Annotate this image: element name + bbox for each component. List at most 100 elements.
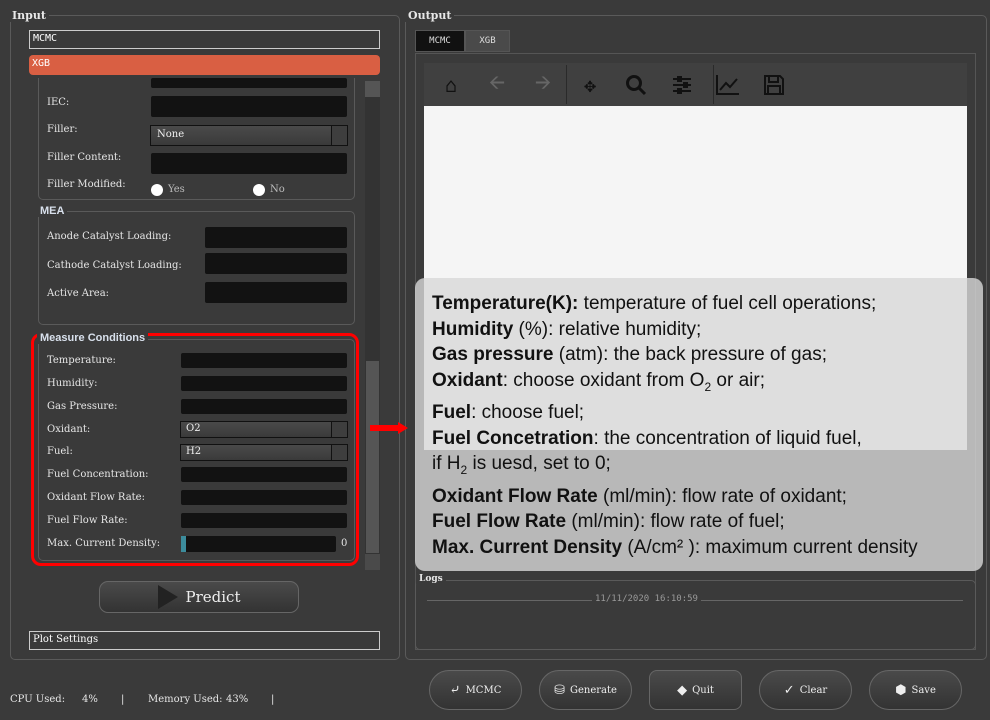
temperature-input[interactable] — [181, 353, 347, 368]
quit-label: Quit — [692, 684, 714, 696]
cathode-label: Cathode Catalyst Loading: — [47, 260, 182, 271]
tab-mcmc[interactable]: MCMC — [415, 30, 465, 52]
input-title: Input — [9, 9, 49, 22]
logs-group — [415, 580, 976, 650]
chevron-down-icon — [331, 445, 347, 460]
status-sep: | — [271, 694, 275, 705]
zoom-icon[interactable] — [623, 72, 649, 98]
chevron-down-icon — [331, 126, 347, 145]
lightning-icon: ⤶ — [449, 682, 461, 698]
mem-value: 43% — [226, 694, 249, 705]
pan-icon[interactable]: ✥ — [577, 72, 603, 98]
oxidant-flow-label: Oxidant Flow Rate: — [47, 492, 145, 503]
help-line: Temperature(K): temperature of fuel cell… — [432, 293, 877, 314]
arrow-icon — [370, 422, 410, 434]
cpu-value: 4% — [82, 694, 98, 705]
fuel-flow-input[interactable] — [181, 513, 347, 528]
oxidant-value: O2 — [186, 423, 201, 434]
filler-label: Filler: — [47, 124, 78, 135]
save-icon[interactable] — [761, 72, 787, 98]
logs-title: Logs — [416, 574, 446, 584]
fuel-select[interactable]: H2 — [180, 444, 348, 461]
oxidant-select[interactable]: O2 — [180, 421, 348, 438]
fuel-conc-label: Fuel Concentration: — [47, 469, 149, 480]
radio-no[interactable] — [253, 184, 265, 196]
max-cd-value: 0 — [341, 538, 348, 549]
scrollbar-thumb[interactable] — [366, 361, 379, 553]
anode-label: Anode Catalyst Loading: — [47, 231, 172, 242]
save-button[interactable]: ⬢ Save — [869, 670, 962, 710]
fuel-value: H2 — [186, 446, 202, 457]
filler-modified-label: Filler Modified: — [47, 179, 126, 190]
help-line: Fuel Flow Rate (ml/min): flow rate of fu… — [432, 511, 785, 533]
help-line: Gas pressure (atm): the back pressure of… — [432, 344, 827, 366]
broom-icon: ✓ — [783, 682, 795, 698]
mcmc-label: MCMC — [465, 684, 502, 696]
help-line: Humidity (%): relative humidity; — [432, 318, 702, 340]
home-icon[interactable]: ⌂ — [438, 72, 464, 98]
quit-button[interactable]: ◆ Quit — [649, 670, 742, 710]
radio-no-label: No — [270, 184, 285, 195]
help-line: Fuel: choose fuel; — [432, 402, 585, 424]
help-line: if H2 is uesd, set to 0; — [432, 453, 611, 478]
oxidant-label: Oxidant: — [47, 424, 91, 435]
model-xgb[interactable]: XGB — [29, 55, 380, 75]
membrane-field-top[interactable] — [151, 78, 347, 88]
forward-icon[interactable]: 🡪 — [530, 70, 556, 98]
back-icon[interactable]: 🡨 — [484, 70, 510, 98]
help-line: Max. Current Density (A/cm² ): maximum c… — [432, 536, 918, 558]
oxidant-flow-input[interactable] — [181, 490, 347, 505]
predict-button[interactable]: Predict — [99, 581, 299, 613]
fuel-label: Fuel: — [47, 446, 73, 457]
scroll-down[interactable] — [365, 554, 380, 570]
max-cd-label: Max. Current Density: — [47, 538, 161, 549]
mea-title: MEA — [37, 205, 68, 217]
output-title: Output — [405, 9, 455, 22]
area-input[interactable] — [205, 282, 347, 303]
chevron-down-icon — [331, 422, 347, 437]
configure-icon[interactable] — [669, 72, 695, 98]
fuel-flow-label: Fuel Flow Rate: — [47, 515, 128, 526]
save-label: Save — [911, 684, 936, 696]
clear-button[interactable]: ✓ Clear — [759, 670, 852, 710]
max-cd-slider[interactable] — [181, 536, 336, 552]
iec-input[interactable] — [151, 96, 347, 117]
mem-label: Memory Used: — [148, 694, 223, 705]
max-cd-slider-handle[interactable] — [181, 536, 186, 552]
filler-select[interactable]: None — [150, 125, 348, 146]
gas-pressure-input[interactable] — [181, 399, 347, 414]
gas-pressure-label: Gas Pressure: — [47, 401, 118, 412]
radio-yes-label: Yes — [168, 184, 185, 195]
help-tooltip: Temperature(K): temperature of fuel cell… — [415, 278, 983, 571]
measure-title: Measure Conditions — [37, 332, 149, 344]
help-line: Oxidant Flow Rate (ml/min): flow rate of… — [432, 485, 847, 507]
mcmc-button[interactable]: ⤶ MCMC — [429, 670, 522, 710]
fuel-conc-input[interactable] — [181, 467, 347, 482]
generate-label: Generate — [569, 684, 617, 696]
play-icon — [157, 585, 178, 609]
filler-content-label: Filler Content: — [47, 152, 122, 163]
humidity-label: Humidity: — [47, 378, 98, 389]
help-line: Oxidant: choose oxidant from O2 or air; — [432, 369, 765, 394]
filler-value: None — [157, 129, 185, 140]
quit-icon: ◆ — [677, 682, 688, 698]
toolbar-separator — [713, 65, 714, 104]
help-line: Fuel Concetration: the concentration of … — [432, 427, 862, 449]
scroll-up[interactable] — [365, 81, 380, 97]
log-time: 11/11/2020 16:10:59 — [592, 594, 701, 604]
iec-label: IEC: — [47, 97, 70, 108]
axes-icon[interactable] — [715, 72, 741, 98]
clear-label: Clear — [799, 684, 828, 696]
plot-settings[interactable]: Plot Settings — [29, 631, 380, 650]
temperature-label: Temperature: — [47, 355, 116, 366]
status-sep: | — [121, 694, 125, 705]
tab-xgb[interactable]: XGB — [465, 30, 510, 52]
filler-content-input[interactable] — [151, 153, 347, 174]
model-mcmc[interactable]: MCMC — [29, 30, 380, 49]
area-label: Active Area: — [47, 288, 110, 299]
radio-yes[interactable] — [151, 184, 163, 196]
anode-input[interactable] — [205, 227, 347, 248]
humidity-input[interactable] — [181, 376, 347, 391]
cathode-input[interactable] — [205, 253, 347, 274]
generate-button[interactable]: ⛁ Generate — [539, 670, 632, 710]
